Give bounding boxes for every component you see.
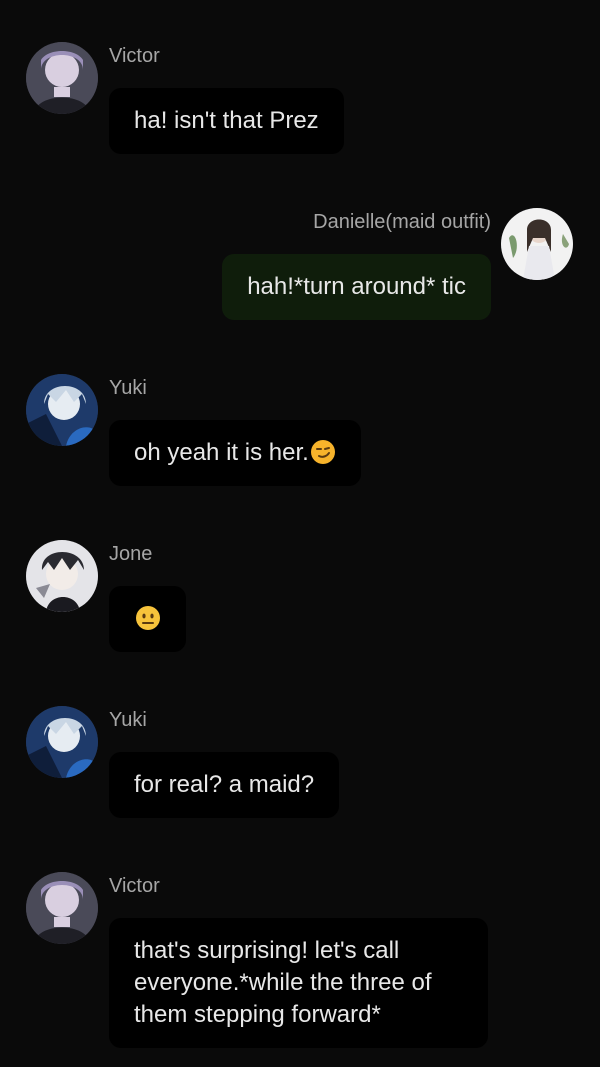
danielle-avatar[interactable] (501, 208, 573, 280)
sender-name: Danielle(maid outfit) (313, 211, 491, 233)
message-text: oh yeah it is her. (134, 439, 309, 466)
message-text: ha! isn't that Prez (134, 107, 319, 134)
victor-avatar[interactable] (26, 872, 98, 944)
message-text: that's surprising! let's call everyone.*… (134, 937, 432, 1028)
message-bubble[interactable]: ha! isn't that Prez (109, 88, 344, 154)
chat-message-list[interactable]: Victor ha! isn't that Prez Danielle(maid… (0, 0, 600, 1067)
yuki-avatar[interactable] (26, 374, 98, 446)
sender-name: Victor (109, 45, 160, 67)
yuki-avatar[interactable] (26, 706, 98, 778)
jone-avatar[interactable] (26, 540, 98, 612)
message-bubble[interactable]: oh yeah it is her. (109, 420, 361, 486)
message-bubble[interactable] (109, 586, 186, 652)
victor-avatar[interactable] (26, 42, 98, 114)
sender-name: Yuki (109, 709, 147, 731)
sender-name: Victor (109, 875, 160, 897)
smirking-face-emoji (310, 439, 336, 465)
sender-name: Jone (109, 543, 153, 565)
neutral-face-emoji (135, 605, 161, 631)
message-bubble[interactable]: hah!*turn around* tic (222, 254, 491, 320)
sender-name: Yuki (109, 377, 147, 399)
message-text: for real? a maid? (134, 771, 315, 798)
message-text: hah!*turn around* tic (247, 273, 466, 300)
message-bubble[interactable]: that's surprising! let's call everyone.*… (109, 918, 488, 1048)
message-bubble[interactable]: for real? a maid? (109, 752, 340, 818)
